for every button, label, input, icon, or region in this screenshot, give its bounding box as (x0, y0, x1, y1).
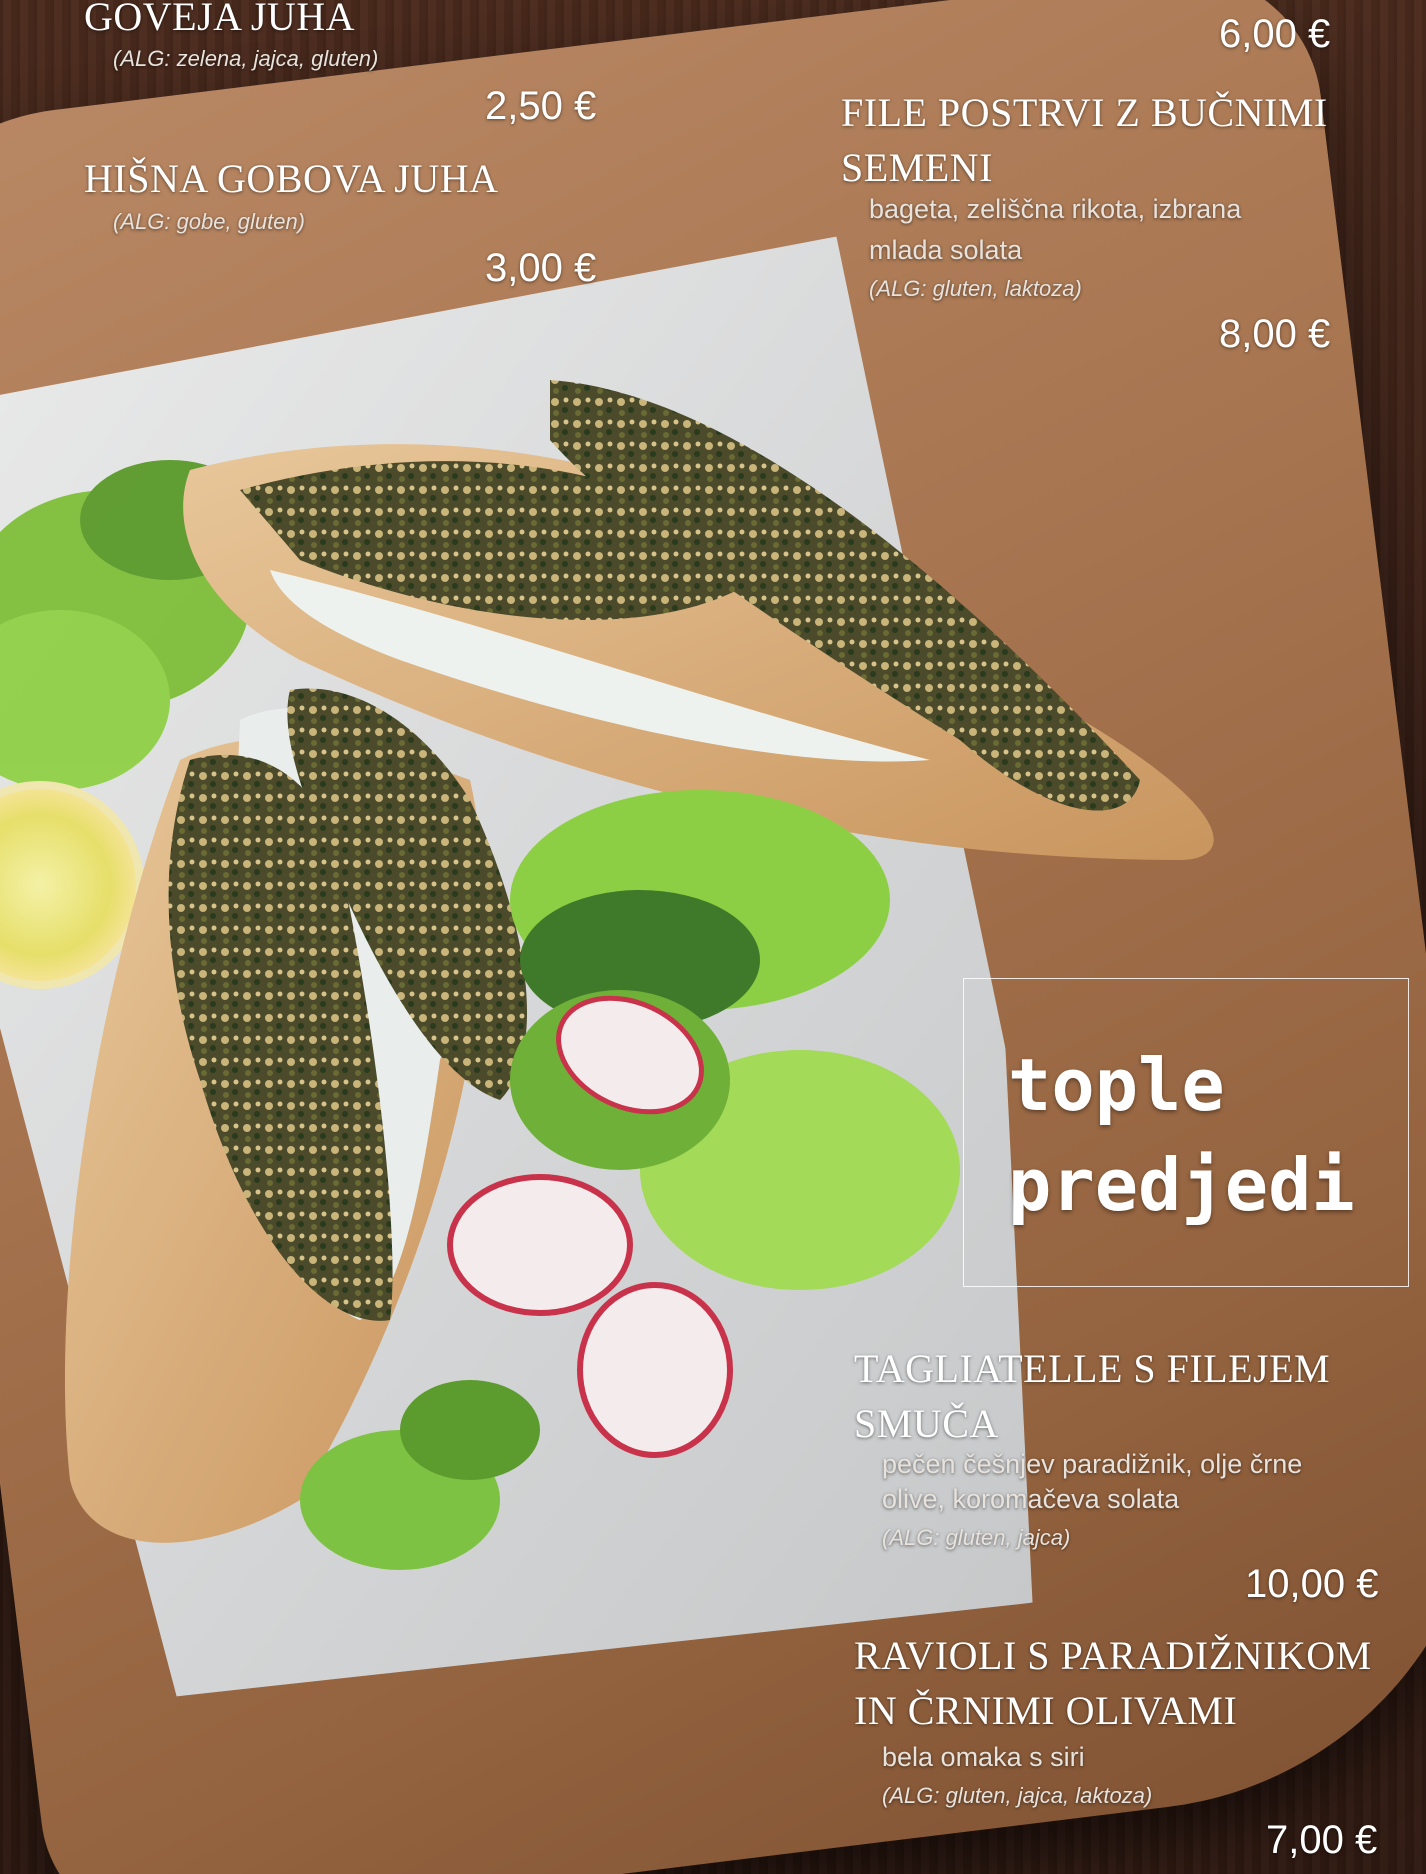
warm-2-name-line1: RAVIOLI S PARADIŽNIKOM (854, 1633, 1372, 1678)
warm-1-price: 10,00 € (1245, 1562, 1379, 1606)
cold-2-name-line1: FILE POSTRVI Z BUČNIMI (841, 90, 1328, 135)
warm-1-desc-line1: pečen češnjev paradižnik, olje črne (882, 1449, 1303, 1479)
soup-1-price: 2,50 € (485, 84, 597, 128)
cold-2-price: 8,00 € (1219, 312, 1331, 356)
food-photo (0, 380, 1214, 1570)
soup-2-name: HIŠNA GOBOVA JUHA (84, 156, 499, 201)
cold-2-name-line2: SEMENI (841, 145, 993, 190)
warm-1-desc-line2: olive, koromačeva solata (882, 1484, 1180, 1514)
menu-page: GOVEJA JUHA (ALG: zelena, jajca, gluten)… (0, 0, 1426, 1874)
section-title-line1: tople (1008, 1043, 1225, 1127)
soup-2-price: 3,00 € (485, 246, 597, 290)
cold-2-desc-line1: bageta, zeliščna rikota, izbrana (869, 194, 1242, 224)
warm-2-allergens: (ALG: gluten, jajca, laktoza) (882, 1783, 1153, 1808)
cold-2-desc-line2: mlada solata (869, 235, 1023, 265)
soup-1-allergens: (ALG: zelena, jajca, gluten) (113, 46, 379, 71)
section-title-line2: predjedi (1008, 1143, 1355, 1227)
warm-1-allergens: (ALG: gluten, jajca) (882, 1525, 1071, 1550)
warm-1-name-line2: SMUČA (854, 1401, 999, 1446)
warm-2-desc-line1: bela omaka s siri (882, 1742, 1085, 1772)
warm-2-price: 7,00 € (1266, 1818, 1378, 1862)
soup-1-name: GOVEJA JUHA (84, 0, 356, 39)
soup-2-allergens: (ALG: gobe, gluten) (113, 209, 306, 234)
lemon-slice (0, 781, 144, 989)
cold-2-allergens: (ALG: gluten, laktoza) (869, 276, 1082, 301)
warm-1-name-line1: TAGLIATELLE S FILEJEM (854, 1346, 1331, 1391)
cold-1-price: 6,00 € (1219, 12, 1331, 56)
section-title: tople predjedi (1008, 1035, 1408, 1235)
warm-2-name-line2: IN ČRNIMI OLIVAMI (854, 1688, 1238, 1733)
